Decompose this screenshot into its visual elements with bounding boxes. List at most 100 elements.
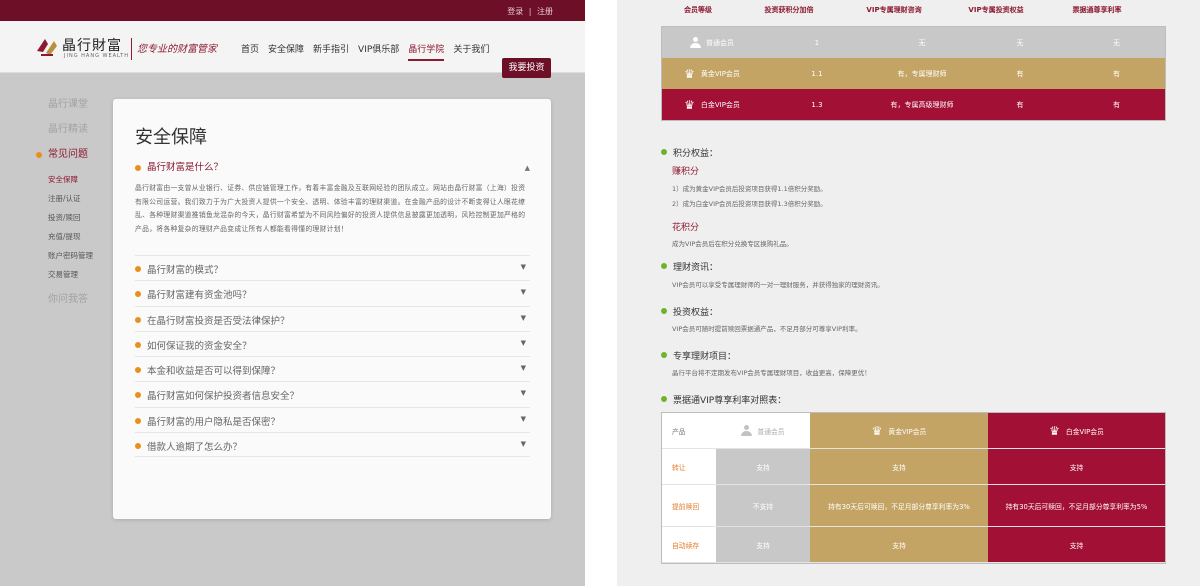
faq-answer: 晶行财富由一支曾从业银行、证券、供应链管理工作，有着丰富金融及互联网经验的团队成… <box>135 184 526 233</box>
bullet-icon <box>135 316 141 323</box>
nav-security[interactable]: 安全保障 <box>268 42 304 61</box>
sidebar-sub-invest[interactable]: 投资/赎回 <box>36 211 106 230</box>
chevron-down-icon[interactable]: ▼ <box>521 364 526 372</box>
rate-cell: 持有30天后可赎回，不足月部分尊享利率为3% <box>810 485 988 527</box>
sidebar-sub-recharge[interactable]: 充值/提现 <box>36 230 106 249</box>
section-points-title: 积分权益： <box>661 146 718 159</box>
faq-question: 本金和收益是否可以得到保障？ <box>147 366 281 378</box>
chevron-down-icon[interactable]: ▼ <box>521 440 526 448</box>
rate-table-row: 提前赎回 不支持 持有30天后可赎回，不足月部分尊享利率为3% 持有30天后可赎… <box>662 485 1165 527</box>
spend-points-heading: 花积分 <box>672 223 700 233</box>
spend-line: 成为VIP会员后在积分兑换专区换购礼品。 <box>672 240 793 248</box>
crown-icon: ♛ <box>1049 423 1060 438</box>
nav-vip-club[interactable]: VIP俱乐部 <box>358 42 399 61</box>
chevron-down-icon[interactable]: ▼ <box>521 389 526 397</box>
tier-cell: 1.3 <box>811 100 823 109</box>
top-bar: 登录 | 注册 <box>0 0 585 21</box>
rate-cell: 支持 <box>810 449 988 485</box>
login-link[interactable]: 登录 <box>507 7 523 16</box>
faq-row[interactable]: 晶行财富的用户隐私是否保密？ ▼ <box>135 406 530 432</box>
main-nav: 首页 安全保障 新手指引 VIP俱乐部 晶行学院 关于我们 <box>241 42 489 61</box>
chevron-down-icon[interactable]: ▼ <box>521 263 526 271</box>
crown-icon: ♛ <box>871 423 883 438</box>
faq-row[interactable]: 借款人逾期了怎么办？ ▼ <box>135 432 530 458</box>
tier-row-gold: ♛ 黄金VIP会员 1.1 有，专属理财师 有 有 <box>662 58 1165 89</box>
brand-divider <box>131 38 132 60</box>
sidebar-item-qa[interactable]: 你问我答 <box>36 293 106 313</box>
chevron-down-icon[interactable]: ▼ <box>521 339 526 347</box>
brand-subtitle: JING HANG WEALTH <box>64 53 129 59</box>
tier-cell: 有 <box>1016 100 1024 109</box>
tier-table: 普通会员 1 无 无 无 ♛ 黄金VIP会员 1.1 有，专属理财师 有 有 ♛ 白… <box>661 26 1166 121</box>
tier-name: 白金VIP会员 <box>700 100 740 109</box>
rate-cell: 不支持 <box>716 485 810 527</box>
bullet-icon <box>135 341 141 348</box>
faq-row[interactable]: 如何保证我的资金安全？ ▼ <box>135 330 530 356</box>
nav-academy[interactable]: 晶行学院 <box>408 42 445 61</box>
sidebar-sub-trade[interactable]: 交易管理 <box>36 268 106 287</box>
faq-row[interactable]: 晶行财富的模式？ ▼ <box>135 255 530 280</box>
bullet-icon <box>135 266 141 272</box>
chevron-down-icon[interactable]: ▼ <box>521 314 526 322</box>
rate-row-label: 自动续存 <box>662 527 716 563</box>
rate-cell: 持有30天后可赎回，不足月部分尊享利率为5% <box>988 485 1165 527</box>
tier-cell: 有 <box>1113 69 1120 78</box>
sidebar-sub-password[interactable]: 账户密码管理 <box>36 249 106 268</box>
tier-header-cell: 会员等级 <box>684 6 712 14</box>
faq-question: 晶行财富建有资金池吗？ <box>147 290 252 302</box>
tier-row-normal: 普通会员 1 无 无 无 <box>662 27 1165 58</box>
bullet-icon <box>135 417 141 424</box>
rate-header-cell: 产品 <box>662 413 716 449</box>
faq-question: 借款人逾期了怎么办？ <box>147 442 243 454</box>
invest-text: VIP会员可随时提前赎回票据通产品，不足月部分可尊享VIP利率。 <box>672 325 862 333</box>
rate-cell: 支持 <box>988 449 1165 485</box>
right-panel: 会员等级 投资获积分加倍 VIP专属理财咨询 VIP专属投资权益 票据通尊享利率… <box>617 0 1200 586</box>
sidebar-sub-register[interactable]: 注册/认证 <box>36 192 106 211</box>
rate-table-row: 转让 支持 支持 支持 <box>662 449 1165 485</box>
faq-question: 在晶行财富投资是否受法律保护？ <box>147 315 290 327</box>
faq-question: 如何保证我的资金安全？ <box>147 340 252 352</box>
faq-row[interactable]: 晶行财富如何保护投资者信息安全？ ▼ <box>135 381 530 406</box>
chevron-down-icon[interactable]: ▼ <box>521 288 526 296</box>
user-icon <box>741 425 753 436</box>
sidebar-item-classroom[interactable]: 晶行课堂 <box>36 98 106 118</box>
faq-list: 晶行财富的模式？ ▼ 晶行财富建有资金池吗？ ▼ 在晶行财富投资是否受法律保护？ ▼ … <box>135 255 530 458</box>
faq-row[interactable]: 在晶行财富投资是否受法律保护？ ▼ <box>135 305 530 331</box>
faq-row[interactable]: 晶行财富建有资金池吗？ ▼ <box>135 280 530 305</box>
page-title: 安全保障 <box>135 127 207 148</box>
invest-button[interactable]: 我要投资 <box>502 58 551 78</box>
chevron-down-icon[interactable]: ▼ <box>521 415 526 423</box>
bullet-icon <box>135 392 141 399</box>
faq-row[interactable]: 本金和收益是否可以得到保障？ ▼ <box>135 356 530 381</box>
tier-table-header: 会员等级 投资获积分加倍 VIP专属理财咨询 VIP专属投资权益 票据通尊享利率 <box>661 5 1166 19</box>
rate-cell: 支持 <box>988 527 1165 563</box>
rate-row-label: 提前赎回 <box>662 485 716 527</box>
sidebar-item-faq[interactable]: 常见问题 <box>36 148 106 168</box>
nav-home[interactable]: 首页 <box>241 42 259 61</box>
rate-header-cell: 黄金VIP会员 <box>888 427 927 436</box>
faq-question: 晶行财富如何保护投资者信息安全？ <box>147 391 300 403</box>
rate-table-header: 产品 普通会员 ♛ 黄金VIP会员 ♛ 白金VIP会员 <box>662 413 1165 449</box>
tier-name: 黄金VIP会员 <box>700 69 740 78</box>
nav-about[interactable]: 关于我们 <box>453 42 489 61</box>
chevron-up-icon[interactable]: ▲ <box>525 160 530 176</box>
rate-cell: 支持 <box>716 449 810 485</box>
earn-line: 2）成为白金VIP会员后投资项目获得1.3倍积分奖励。 <box>672 200 827 208</box>
faq-question-text: 晶行财富是什么？ <box>147 162 224 173</box>
bullet-icon <box>135 443 141 450</box>
tier-cell: 无 <box>1016 38 1024 47</box>
sidebar-item-reading[interactable]: 晶行精读 <box>36 123 106 143</box>
faq-question-open[interactable]: 晶行财富是什么？ ▲ <box>135 160 530 176</box>
sidebar: 晶行课堂 晶行精读 常见问题 安全保障 注册/认证 投资/赎回 充值/提现 账户… <box>36 98 106 318</box>
faq-card: 安全保障 晶行财富是什么？ ▲ 晶行财富由一支曾从业银行、证券、供应链管理工作，… <box>113 99 551 519</box>
sidebar-sub-security[interactable]: 安全保障 <box>36 173 106 192</box>
tier-row-platinum: ♛ 白金VIP会员 1.3 有，专属高级理财师 有 有 <box>662 89 1165 120</box>
faq-question: 晶行财富的模式？ <box>147 265 224 276</box>
register-link[interactable]: 注册 <box>537 7 553 16</box>
user-icon <box>690 37 701 48</box>
section-invest-title: 投资权益： <box>661 305 718 318</box>
rate-header-cell: 普通会员 <box>757 427 785 436</box>
project-text: 晶行平台将不定期发布VIP会员专属理财项目，收益更高，保障更优！ <box>672 369 871 377</box>
logo-icon[interactable] <box>35 35 59 59</box>
nav-guide[interactable]: 新手指引 <box>313 42 349 61</box>
